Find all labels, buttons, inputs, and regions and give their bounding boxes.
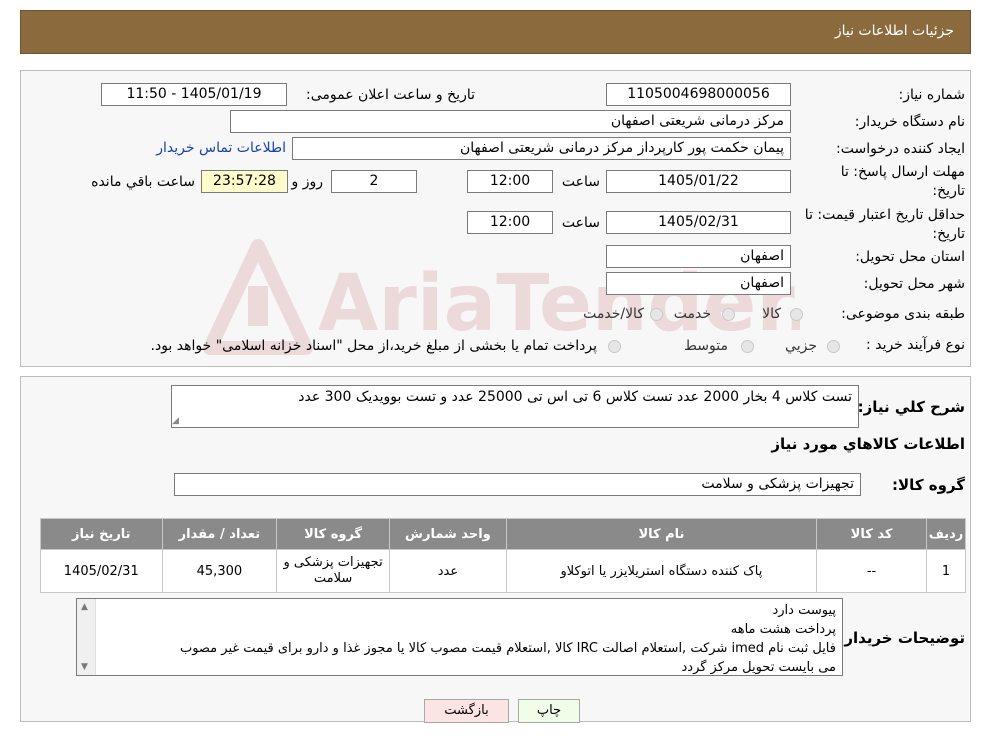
- col-code: کد کالا: [816, 518, 928, 550]
- treasury-payment-note: پرداخت تمام یا بخشی از مبلغ خرید،از محل …: [150, 338, 597, 354]
- buyer-note-line: پیوست دارد: [772, 603, 836, 618]
- category-goods-radio[interactable]: [790, 308, 803, 321]
- requester-field: پیمان حکمت پور کارپرداز مرکز درمانی شریع…: [292, 137, 791, 160]
- page-header: جزئیات اطلاعات نیاز: [20, 10, 971, 54]
- validity-time-field: 12:00: [467, 211, 553, 234]
- remaining-time-label: ساعت باقي مانده: [91, 174, 195, 190]
- process-medium-radio[interactable]: [741, 340, 754, 353]
- days-label: روز و: [291, 174, 324, 190]
- cell-date: 1405/02/31: [40, 549, 163, 593]
- cell-unit: عدد: [388, 549, 507, 593]
- category-goods-service-label: کالا/خدمت: [583, 306, 644, 322]
- need-number-label: شماره نیاز:: [898, 87, 966, 103]
- province-field: اصفهان: [606, 245, 791, 268]
- back-button[interactable]: بازگشت: [424, 699, 509, 723]
- buyer-notes-label: توضیحات خریدار:: [838, 629, 965, 647]
- city-label: شهر محل تحویل:: [863, 276, 965, 292]
- col-unit: واحد شمارش: [388, 518, 507, 550]
- process-label: نوع فرآیند خرید :: [866, 337, 965, 353]
- category-service-radio[interactable]: [722, 308, 735, 321]
- cell-code: --: [816, 549, 928, 593]
- goods-table: رديف کد کالا نام کالا واحد شمارش گروه کا…: [40, 518, 966, 593]
- buyer-note-line: فایل ثبت نام imed شرکت ,استعلام اصالت IR…: [179, 641, 836, 656]
- days-remaining-field: 2: [331, 170, 417, 193]
- goods-group-label: گروه کالا:: [892, 476, 965, 494]
- deadline-time-field: 12:00: [467, 170, 553, 193]
- col-row: رديف: [926, 518, 966, 550]
- announce-date-field: 1405/01/19 - 11:50: [101, 83, 287, 106]
- buyer-notes-scrollbar[interactable]: ▲ ▼: [77, 599, 96, 675]
- scroll-up-icon[interactable]: ▲: [81, 602, 88, 612]
- goods-info-title: اطلاعات کالاهاي مورد نياز: [771, 435, 965, 453]
- deadline-time-label: ساعت: [561, 174, 600, 190]
- buyer-notes-textarea: پیوست دارد پرداخت هشت ماهه فایل ثبت نام …: [76, 598, 843, 676]
- requester-label: ایجاد کننده درخواست:: [836, 141, 965, 157]
- city-field: اصفهان: [606, 272, 791, 295]
- announce-label: تاریخ و ساعت اعلان عمومی:: [306, 87, 475, 103]
- category-goods-service-radio[interactable]: [650, 308, 663, 321]
- cell-qty: 45,300: [161, 549, 278, 593]
- cell-row: 1: [926, 549, 966, 593]
- validity-time-label: ساعت: [561, 215, 600, 231]
- category-goods-label: کالا: [762, 306, 781, 322]
- validity-label-2: تاریخ:: [932, 226, 965, 242]
- table-row: 1 -- پاک کننده دستگاه استریلایزر یا اتوک…: [40, 549, 966, 593]
- summary-textarea: تست کلاس 4 بخار 2000 عدد تست کلاس 6 تی ا…: [171, 385, 859, 428]
- cell-group: تجهیزات پزشکی و سلامت: [276, 549, 390, 593]
- buyer-contact-link[interactable]: اطلاعات تماس خریدار: [156, 140, 286, 156]
- remaining-time-field: 23:57:28: [201, 170, 288, 193]
- page-title: جزئیات اطلاعات نیاز: [834, 23, 954, 39]
- col-date: تاریخ نیاز: [40, 518, 163, 550]
- col-group: گروه کالا: [276, 518, 390, 550]
- category-label: طبقه بندی موضوعی:: [841, 306, 965, 322]
- summary-label: شرح كلي نياز:: [857, 398, 965, 416]
- col-name: نام کالا: [505, 518, 818, 550]
- col-qty: تعداد / مقدار: [161, 518, 278, 550]
- cell-name: پاک کننده دستگاه استریلایزر یا اتوکلاو: [505, 549, 818, 593]
- validity-label-1: حداقل تاریخ اعتبار قیمت: تا: [804, 207, 965, 223]
- buyer-org-field: مرکز درمانی شریعتی اصفهان: [230, 110, 791, 133]
- buyer-note-line: می بایست تحویل مرکز گردد: [681, 660, 836, 675]
- scroll-down-icon[interactable]: ▼: [81, 662, 88, 672]
- validity-date-field: 1405/02/31: [606, 211, 791, 234]
- province-label: استان محل تحویل:: [855, 249, 965, 265]
- buyer-note-line: پرداخت هشت ماهه: [730, 622, 836, 637]
- process-small-radio[interactable]: [827, 340, 840, 353]
- textarea-resize-handle[interactable]: ◢: [172, 416, 179, 426]
- treasury-payment-radio[interactable]: [608, 340, 621, 353]
- category-service-label: خدمت: [673, 306, 711, 322]
- deadline-label-1: مهلت ارسال پاسخ: تا: [840, 164, 965, 180]
- goods-group-field: تجهیزات پزشکی و سلامت: [174, 473, 861, 496]
- need-number-field: 1105004698000056: [606, 83, 791, 106]
- deadline-date-field: 1405/01/22: [606, 170, 791, 193]
- print-button[interactable]: چاپ: [518, 699, 580, 723]
- process-small-label: جزیي: [785, 338, 817, 354]
- process-medium-label: متوسط: [684, 338, 728, 354]
- deadline-label-2: تاریخ:: [932, 183, 965, 199]
- buyer-org-label: نام دستگاه خریدار:: [854, 114, 965, 130]
